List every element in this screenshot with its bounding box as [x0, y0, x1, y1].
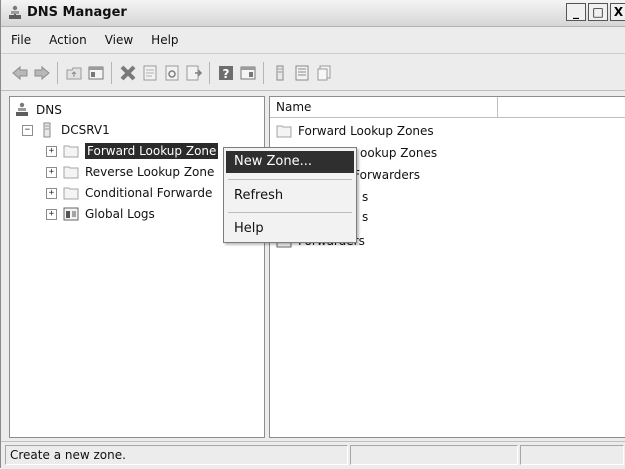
menu-file[interactable]: File	[1, 33, 40, 47]
context-menu-refresh[interactable]: Refresh	[226, 185, 354, 207]
toolbar-separator	[57, 62, 58, 84]
menu-separator	[228, 179, 352, 180]
export-list-icon[interactable]	[185, 64, 203, 82]
toolbar-separator	[263, 62, 264, 84]
tree-label: Global Logs	[85, 207, 155, 221]
delete-icon[interactable]	[119, 64, 137, 82]
forward-arrow-icon[interactable]	[33, 64, 51, 82]
menu-action[interactable]: Action	[40, 33, 96, 47]
status-bar: Create a new zone.	[1, 441, 625, 469]
tree-item-global-logs[interactable]: + Global Logs	[46, 204, 155, 224]
title-bar[interactable]: DNS Manager _ □ X	[1, 0, 625, 27]
expand-toggle[interactable]: +	[46, 208, 57, 220]
up-folder-icon[interactable]	[65, 64, 83, 82]
expand-toggle[interactable]: +	[46, 187, 57, 199]
tree-label: DCSRV1	[61, 123, 110, 137]
tree-label: Forward Lookup Zone	[85, 143, 219, 159]
status-text: Create a new zone.	[5, 445, 348, 465]
server-icon	[43, 122, 51, 138]
help-icon[interactable]: ?	[217, 64, 235, 82]
context-menu-new-zone[interactable]: New Zone...	[226, 151, 354, 173]
expand-toggle[interactable]: +	[46, 166, 57, 178]
expand-toggle[interactable]: +	[46, 145, 57, 157]
folder-icon	[63, 166, 79, 179]
dns-manager-window: DNS Manager _ □ X File Action View Help	[0, 0, 625, 469]
window-controls: _ □ X	[564, 3, 625, 21]
toolbar-separator	[111, 62, 112, 84]
tree-label: DNS	[36, 103, 62, 117]
toolbar: ?	[1, 54, 625, 91]
folder-icon	[276, 125, 292, 138]
minimize-button[interactable]: _	[566, 3, 586, 21]
event-log-icon	[63, 207, 79, 221]
tree-item-dns[interactable]: DNS	[14, 100, 62, 120]
folder-icon	[63, 145, 79, 158]
svg-text:?: ?	[223, 67, 230, 81]
tree-label: Reverse Lookup Zone	[85, 165, 215, 179]
menu-view[interactable]: View	[96, 33, 142, 47]
window-title: DNS Manager	[27, 5, 127, 20]
maximize-button[interactable]: □	[588, 3, 608, 21]
refresh-icon[interactable]	[163, 64, 181, 82]
tree-item-conditional-forwarders[interactable]: + Conditional Forwarde	[46, 183, 212, 203]
list-item-label: s	[362, 210, 369, 224]
menu-help[interactable]: Help	[142, 33, 187, 47]
tree-item-server[interactable]: − DCSRV1	[22, 120, 110, 140]
show-hide-console-tree-icon[interactable]	[87, 64, 105, 82]
folder-icon	[63, 187, 79, 200]
list-item-label: l Forwarders	[346, 168, 420, 182]
column-header-name[interactable]: Name	[270, 97, 498, 117]
action-pane-icon[interactable]	[239, 64, 257, 82]
close-button[interactable]: X	[610, 3, 625, 21]
collapse-toggle[interactable]: −	[22, 124, 33, 136]
status-cell	[350, 445, 518, 465]
tree-item-reverse-lookup-zones[interactable]: + Reverse Lookup Zone	[46, 162, 214, 182]
menu-bar: File Action View Help	[1, 27, 625, 54]
list-item-label: Forward Lookup Zones	[298, 124, 434, 138]
tree-label: Conditional Forwarde	[85, 186, 213, 200]
list-item-label: ookup Zones	[360, 146, 438, 160]
tree-item-forward-lookup-zones[interactable]: + Forward Lookup Zone	[46, 141, 219, 161]
properties-icon[interactable]	[141, 64, 159, 82]
dns-icon	[16, 102, 28, 116]
menu-separator	[228, 212, 352, 213]
status-cell	[520, 445, 624, 465]
context-menu: New Zone... Refresh Help	[223, 147, 357, 243]
back-arrow-icon[interactable]	[11, 64, 29, 82]
dns-manager-icon	[9, 5, 21, 19]
context-menu-help[interactable]: Help	[226, 218, 354, 240]
list-header: Name	[270, 97, 625, 118]
copy-icon[interactable]	[315, 64, 333, 82]
list-item-label: s	[362, 190, 369, 204]
toolbar-separator	[209, 62, 210, 84]
server-icon[interactable]	[271, 64, 289, 82]
list-item[interactable]: Forward Lookup Zones	[276, 121, 434, 141]
list-icon[interactable]	[293, 64, 311, 82]
